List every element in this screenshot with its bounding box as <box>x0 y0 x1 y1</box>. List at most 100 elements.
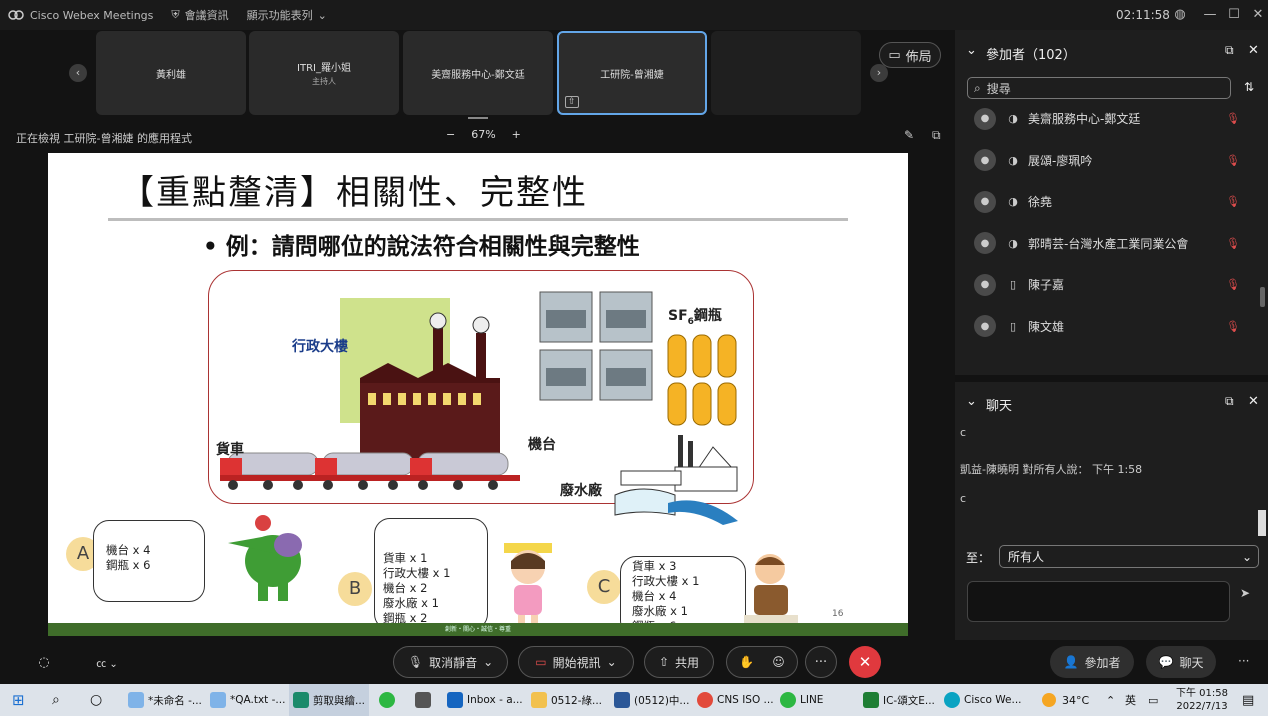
webex-assistant-icon[interactable]: ◌ <box>28 646 60 678</box>
show-menu-bar-button[interactable]: 顯示功能表列 ⌄ <box>247 7 327 23</box>
display-icon[interactable]: ▭ <box>1148 684 1158 716</box>
line-icon <box>379 692 395 708</box>
participant-row[interactable]: ● ◑ 郭晴芸-台灣水產工業同業公會 🎙 <box>968 223 1254 265</box>
participants-toggle-button[interactable]: 👤 參加者 <box>1050 646 1134 678</box>
chat-message: c <box>960 426 967 439</box>
participant-search-input[interactable]: ⌕ 搜尋 <box>967 77 1231 99</box>
start-video-button[interactable]: ▭ 開始視訊 ⌄ <box>518 646 634 678</box>
close-panel-icon[interactable]: ✕ <box>1248 43 1259 58</box>
video-tile-2[interactable]: ITRI_羅小姐 主持人 <box>249 31 399 115</box>
meeting-controls: ◌ ㏄ ⌄ 🎙 取消靜音 ⌄ ▭ 開始視訊 ⌄ ⇧ 共用 ✋ ☺ ··· 👤 參… <box>0 640 1268 684</box>
close-icon[interactable]: ✕ <box>1248 5 1268 25</box>
panel-more-icon[interactable]: ··· <box>1238 654 1249 668</box>
chat-close-icon[interactable]: ✕ <box>1248 394 1259 409</box>
chat-popout-icon[interactable]: ⧉ <box>1225 394 1234 409</box>
popout-icon[interactable]: ⧉ <box>1225 43 1234 58</box>
signal-icon[interactable]: ◍ <box>1170 5 1190 25</box>
muted-mic-icon[interactable]: 🎙 <box>1226 320 1240 333</box>
option-a-line: 機台 x 4 <box>106 543 151 557</box>
strip-next-button[interactable]: › <box>870 64 888 82</box>
participant-row[interactable]: ● ◑ 展頌-廖珮吟 🎙 <box>968 140 1254 182</box>
video-tile-5[interactable] <box>711 31 861 115</box>
video-off-icon: ▭ <box>535 655 547 669</box>
muted-mic-icon[interactable]: 🎙 <box>1226 278 1240 291</box>
chat-collapse-icon[interactable]: ⌄ <box>966 394 977 409</box>
send-icon[interactable]: ➤ <box>1240 586 1250 600</box>
folder-icon <box>531 692 547 708</box>
task-view-icon[interactable]: ○ <box>90 684 102 716</box>
sharing-icon: ⇧ <box>565 96 579 108</box>
taskbar-app-label: *未命名 -... <box>148 694 202 707</box>
raise-hand-icon[interactable]: ✋ <box>739 655 754 669</box>
participant-row[interactable]: ● ◑ 徐堯 🎙 <box>968 181 1254 223</box>
minimize-icon[interactable]: — <box>1200 5 1220 25</box>
search-icon[interactable]: ⌕ <box>52 684 60 716</box>
unmute-button[interactable]: 🎙 取消靜音 ⌄ <box>393 646 508 678</box>
taskbar-app-network[interactable] <box>415 684 431 716</box>
chat-scrollbar[interactable] <box>1258 510 1266 536</box>
video-tile-1[interactable]: 黃利雄 <box>96 31 246 115</box>
tray-overflow-icon[interactable]: ⌃ <box>1106 684 1115 716</box>
system-clock[interactable]: 下午 01:58 2022/7/13 <box>1176 684 1228 716</box>
chevron-down-icon: ⌄ <box>317 8 327 22</box>
label-sf6-cylinders: SF6鋼瓶 <box>668 305 722 327</box>
clock-time: 下午 01:58 <box>1176 688 1228 699</box>
participant-row[interactable]: ● ▯ 陳文雄 🎙 <box>968 306 1254 348</box>
video-tile-3[interactable]: 美齋服務中心-鄭文廷 <box>403 31 553 115</box>
panel-collapse-icon[interactable]: ⌄ <box>966 43 977 58</box>
muted-mic-icon[interactable]: 🎙 <box>1226 237 1240 250</box>
title-divider <box>108 218 848 221</box>
network-app-icon <box>415 692 431 708</box>
participants-header: 參加者（102） <box>986 48 1076 63</box>
ime-indicator[interactable]: 英 <box>1125 684 1136 716</box>
taskbar-app-label: 剪取與繪... <box>313 694 366 707</box>
annotate-icon[interactable]: ✎ <box>904 128 914 142</box>
zoom-in-button[interactable]: + <box>512 128 521 141</box>
taskbar-app-line-2[interactable]: LINE <box>780 684 823 716</box>
strip-collapse-handle[interactable] <box>468 117 488 119</box>
taskbar-app-folder[interactable]: 0512-綠... <box>531 684 602 716</box>
taskbar-app-notepad-1[interactable]: *未命名 -... <box>128 684 202 716</box>
taskbar-app-ic[interactable]: IC-頌文E... <box>863 684 935 716</box>
participant-row[interactable]: ● ◑ 美齋服務中心-鄭文廷 🎙 <box>968 98 1254 140</box>
taskbar-app-line-1[interactable] <box>379 684 395 716</box>
reactions-icon[interactable]: ☺ <box>772 655 785 669</box>
taskbar-app-chrome[interactable]: CNS ISO ... <box>697 684 774 716</box>
closed-captions-icon[interactable]: ㏄ ⌄ <box>86 646 128 678</box>
clock-date: 2022/7/13 <box>1176 701 1228 712</box>
participant-name: 陳文雄 <box>1028 319 1065 334</box>
layout-button[interactable]: ▭ 佈局 <box>879 42 941 68</box>
muted-mic-icon[interactable]: 🎙 <box>1226 112 1240 125</box>
sort-icon[interactable]: ⇅ <box>1244 80 1254 94</box>
participant-row[interactable]: ● ▯ 陳子嘉 🎙 <box>968 264 1254 306</box>
more-options-button[interactable]: ··· <box>805 646 837 678</box>
meeting-info-button[interactable]: ⛨ 會議資訊 <box>171 7 228 23</box>
chat-message-input[interactable] <box>967 581 1230 622</box>
chevron-down-icon: ⌄ <box>483 655 494 669</box>
chat-toggle-button[interactable]: 💬 聊天 <box>1146 646 1216 678</box>
taskbar-app-webex[interactable]: Cisco We... <box>944 684 1022 716</box>
leave-meeting-button[interactable]: ✕ <box>849 646 881 678</box>
video-tile-4-active-speaker[interactable]: 工研院-曾湘婕 ⇧ <box>557 31 707 115</box>
headset-icon: ◑ <box>1008 195 1018 209</box>
start-video-label: 開始視訊 <box>552 655 601 670</box>
share-button[interactable]: ⇧ 共用 <box>644 646 714 678</box>
maximize-icon[interactable]: ☐ <box>1224 5 1244 25</box>
chat-recipient-select[interactable]: 所有人 ⌄ <box>999 545 1259 568</box>
slide-footer: 創新・關心・誠信・尊重 <box>48 623 908 636</box>
sun-icon <box>1042 693 1056 707</box>
taskbar-app-word[interactable]: (0512)中... <box>614 684 689 716</box>
muted-mic-icon[interactable]: 🎙 <box>1226 195 1240 208</box>
strip-prev-button[interactable]: ‹ <box>69 64 87 82</box>
remote-control-icon[interactable]: ⧉ <box>932 128 941 143</box>
layout-icon: ▭ <box>888 47 901 63</box>
taskbar-app-snipping-tool[interactable]: 剪取與繪... <box>289 684 370 716</box>
notification-icon[interactable]: ▤ <box>1242 684 1254 716</box>
muted-mic-icon[interactable]: 🎙 <box>1226 154 1240 167</box>
start-icon[interactable]: ⊞ <box>12 684 25 716</box>
zoom-out-button[interactable]: − <box>446 128 455 141</box>
participant-scrollbar[interactable] <box>1260 287 1265 307</box>
taskbar-app-notepad-2[interactable]: *QA.txt -... <box>210 684 285 716</box>
weather-widget[interactable]: 34°C <box>1042 684 1089 716</box>
taskbar-app-outlook[interactable]: Inbox - a... <box>447 684 523 716</box>
